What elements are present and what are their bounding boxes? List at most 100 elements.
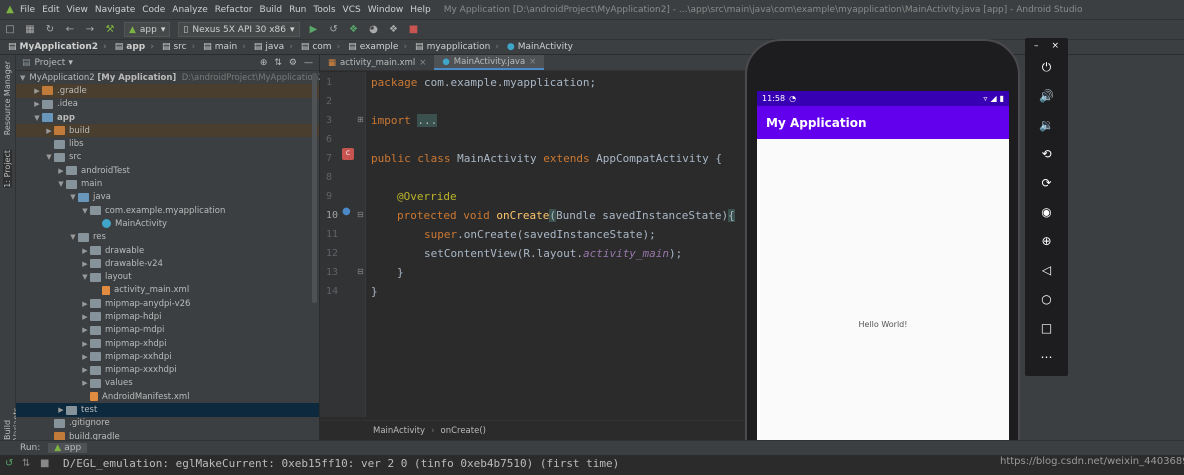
gear-icon[interactable]: ⚙ [289,58,297,68]
profile-icon[interactable]: ◕ [367,23,381,37]
rotate-left-icon[interactable]: ⟲ [1025,147,1068,161]
pin-icon[interactable]: ⇅ [22,458,30,469]
rotate-right-icon[interactable]: ⟳ [1025,176,1068,190]
home-icon[interactable]: ○ [1025,292,1068,306]
back-icon[interactable]: ◁ [1025,263,1068,277]
attach-debugger-icon[interactable]: ❖ [387,23,401,37]
tree-node-values[interactable]: ▶ values [16,377,319,390]
breadcrumb-example[interactable]: ▤ example › [348,42,407,52]
breadcrumb-main[interactable]: ▤ main › [203,42,246,52]
code-line-7[interactable]: public class MainActivity extends AppCom… [371,152,722,165]
menu-navigate[interactable]: Navigate [95,5,135,15]
save-icon[interactable]: ▦ [23,23,37,37]
tree-node-activity-main-xml[interactable]: activity_main.xml [16,284,319,297]
menu-run[interactable]: Run [289,5,306,15]
code-line-10[interactable]: protected void onCreate(Bundle savedInst… [397,209,735,222]
collapse-all-icon[interactable]: ⇅ [274,58,282,68]
tree-node-mipmap-xhdpi[interactable]: ▶ mipmap-xhdpi [16,337,319,350]
resource-manager-tab[interactable]: Resource Manager [3,61,12,135]
menu-refactor[interactable]: Refactor [215,5,253,15]
menu-edit[interactable]: Edit [42,5,59,15]
fold-icon[interactable]: ⊟ [357,267,364,276]
tree-node-mainactivity[interactable]: MainActivity [16,217,319,230]
editor-crumb-method[interactable]: onCreate() [441,426,486,436]
menu-help[interactable]: Help [410,5,431,15]
code-line-3[interactable]: import ... [371,114,438,127]
tree-node-test[interactable]: ▶ test [16,403,319,417]
stop-icon[interactable]: ■ [407,23,421,37]
tree-node-gradle[interactable]: ▶ .gradle [16,84,319,98]
menu-file[interactable]: File [20,5,35,15]
tree-node-root[interactable]: ▼ MyApplication2 [My Application] D:\andr… [16,71,323,84]
power-icon[interactable]: ⏻ [1025,60,1068,75]
class-gutter-icon[interactable]: C [342,148,354,160]
tree-node-app[interactable]: ▼ app [16,111,319,124]
breadcrumb-app[interactable]: ▤ app › [115,42,154,52]
more-icon[interactable]: ⋯ [1025,350,1068,364]
tree-node-idea[interactable]: ▶ .idea [16,98,319,111]
forward-icon[interactable]: → [83,23,97,37]
module-select[interactable]: ▲ app ▾ [124,22,171,37]
tree-node-drawable[interactable]: ▶ drawable [16,244,319,257]
tree-node-src[interactable]: ▼ src [16,151,319,164]
fold-icon[interactable]: ⊞ [357,115,364,124]
tree-node-java[interactable]: ▼ java [16,191,319,204]
menu-analyze[interactable]: Analyze [172,5,207,15]
back-icon[interactable]: ← [63,23,77,37]
menu-window[interactable]: Window [368,5,404,15]
tree-node-mipmap-mdpi[interactable]: ▶ mipmap-mdpi [16,324,319,337]
stop-run-icon[interactable]: ■ [40,458,49,469]
tree-node-mipmap-anydpi-v26[interactable]: ▶ mipmap-anydpi-v26 [16,297,319,310]
tree-node-mipmap-hdpi[interactable]: ▶ mipmap-hdpi [16,310,319,323]
code-line-9[interactable]: @Override [397,190,457,203]
tree-node-main[interactable]: ▼ main [16,177,319,190]
menu-build[interactable]: Build [260,5,283,15]
menu-vcs[interactable]: VCS [343,5,361,15]
project-tab[interactable]: 1: Project [3,150,12,188]
close-icon[interactable]: × [1025,41,1068,51]
camera-icon[interactable]: ◉ [1025,205,1068,219]
tree-node-package[interactable]: ▼ com.example.myapplication [16,204,319,217]
apply-changes-icon[interactable]: ↺ [327,23,341,37]
target-icon[interactable]: ⊕ [260,58,268,68]
zoom-icon[interactable]: ⊕ [1025,234,1068,248]
close-icon[interactable]: × [529,57,536,67]
override-gutter-icon[interactable]: ● [342,206,351,217]
sync-icon[interactable]: ↻ [43,23,57,37]
hide-icon[interactable]: — [304,58,313,68]
menu-view[interactable]: View [67,5,88,15]
code-line-1[interactable]: package com.example.myapplication; [371,76,596,89]
breadcrumb-project[interactable]: ▤ MyApplication2 › [8,42,107,52]
tree-node-manifest[interactable]: AndroidManifest.xml [16,390,319,403]
run-config-tab[interactable]: ▲ app [48,443,88,453]
debug-icon[interactable]: ❖ [347,23,361,37]
tree-node-res[interactable]: ▼ res [16,231,319,244]
overview-icon[interactable]: □ [1025,321,1068,335]
hammer-icon[interactable]: ⚒ [103,23,117,37]
chevron-down-icon[interactable]: ▾ [68,58,73,68]
project-view-select[interactable]: Project [35,58,66,68]
tree-node-mipmap-xxxhdpi[interactable]: ▶ mipmap-xxxhdpi [16,364,319,377]
folded-imports[interactable]: ... [417,114,438,127]
rerun-icon[interactable]: ↺ [5,458,13,469]
code-line-12[interactable]: setContentView(R.layout.activity_main); [424,247,682,260]
fold-icon[interactable]: ⊟ [357,210,364,219]
breadcrumb-src[interactable]: ▤ src › [162,42,195,52]
device-select[interactable]: ▯ Nexus 5X API 30 x86 ▾ [178,22,300,37]
code-line-14[interactable]: } [371,285,378,298]
volume-down-icon[interactable]: 🔉 [1025,118,1068,132]
open-folder-icon[interactable]: □ [3,23,17,37]
breadcrumb-java[interactable]: ▤ java › [254,42,293,52]
run-icon[interactable]: ▶ [307,23,321,37]
tree-node-mipmap-xxhdpi[interactable]: ▶ mipmap-xxhdpi [16,350,319,363]
breadcrumb-mainactivity[interactable]: ● MainActivity [507,42,573,52]
breadcrumb-myapplication[interactable]: ▤ myapplication › [415,42,499,52]
tab-mainactivity-java[interactable]: ● MainActivity.java × [434,55,545,70]
code-line-13[interactable]: } [397,266,404,279]
breadcrumb-com[interactable]: ▤ com › [301,42,340,52]
project-scrollbar[interactable] [312,73,317,303]
tree-node-androidtest[interactable]: ▶ androidTest [16,164,319,177]
tab-activity-main-xml[interactable]: ▦ activity_main.xml × [320,55,434,70]
tree-node-build[interactable]: ▶ build [16,124,319,138]
tree-node-libs[interactable]: libs [16,137,319,150]
